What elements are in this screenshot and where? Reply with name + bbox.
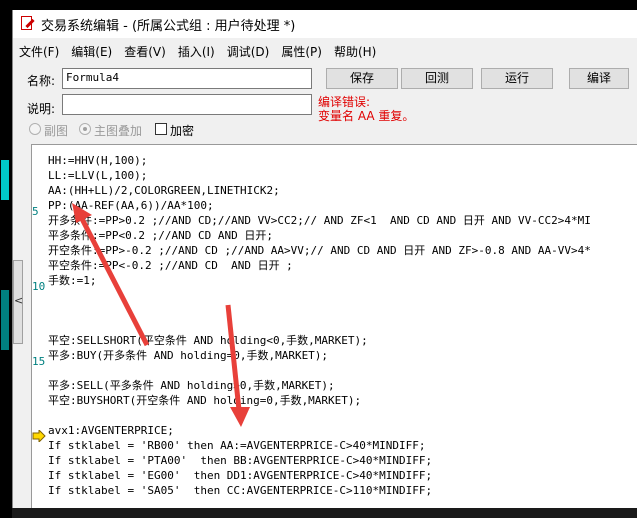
line-number: 15 — [32, 355, 46, 368]
code-line: 平空:SELLSHORT(平空条件 AND holding<0,手数,MARKE… — [48, 334, 368, 347]
name-label: 名称: — [27, 74, 56, 88]
app-icon — [19, 16, 35, 32]
encrypt-checkbox[interactable] — [155, 123, 167, 135]
compile-error-detail: 变量名 AA 重复。 — [318, 109, 415, 123]
line-number-gutter: 5 10 15 — [32, 145, 46, 518]
backtest-button[interactable]: 回测 — [401, 68, 473, 89]
code-line: If stklabel = 'RB00' then AA:=AVGENTERPR… — [48, 439, 426, 452]
menu-insert[interactable]: 插入(I) — [178, 41, 215, 62]
code-line: 平空:BUYSHORT(开空条件 AND holding=0,手数,MARKET… — [48, 394, 362, 407]
run-button[interactable]: 运行 — [481, 68, 553, 89]
code-line: LL:=LLV(L,100); — [48, 169, 148, 182]
menu-file[interactable]: 文件(F) — [19, 41, 59, 62]
code-line: HH:=HHV(H,100); — [48, 154, 148, 167]
code-line: PP:(AA-REF(AA,6))/AA*100; — [48, 199, 214, 212]
compile-error-message: 编译错误: 变量名 AA 重复。 — [318, 95, 414, 123]
title-bar: 交易系统编辑 - (所属公式组 : 用户待处理 *) — [13, 10, 637, 38]
menu-edit[interactable]: 编辑(E) — [71, 41, 112, 62]
code-line: If stklabel = 'EG00' then DD1:AVGENTERPR… — [48, 469, 433, 482]
description-input[interactable] — [62, 94, 312, 115]
code-line: 平多:BUY(开多条件 AND holding=0,手数,MARKET); — [48, 349, 329, 362]
background-chart-strip — [0, 0, 12, 518]
code-line: AA:(HH+LL)/2,COLORGREEN,LINETHICK2; — [48, 184, 280, 197]
line-number: 5 — [32, 205, 39, 218]
code-line: If stklabel = 'SA05' then CC:AVGENTERPRI… — [48, 484, 433, 497]
code-editor[interactable]: 5 10 15 HH:=HHV(H,100); LL:=LLV(L,100); … — [31, 144, 637, 518]
code-line: 开空条件:=PP>-0.2 ;//AND CD ;//AND AA>VV;// … — [48, 244, 591, 257]
window-title: 交易系统编辑 - (所属公式组 : 用户待处理 *) — [41, 18, 296, 34]
menu-bar: 文件(F) 编辑(E) 查看(V) 插入(I) 调试(D) 属性(P) 帮助(H… — [13, 40, 637, 62]
compile-error-title: 编译错误: — [318, 95, 371, 109]
main-overlay-radio[interactable] — [79, 123, 91, 135]
name-input[interactable]: Formula4 — [62, 68, 312, 89]
code-line: If stklabel = 'PTA00' then BB:AVGENTERPR… — [48, 454, 433, 467]
menu-help[interactable]: 帮助(H) — [334, 41, 376, 62]
code-line: avx1:AVGENTERPRICE; — [48, 424, 174, 437]
current-line-arrow-icon — [32, 430, 46, 442]
main-overlay-label: 主图叠加 — [94, 124, 143, 138]
compile-button[interactable]: 编译 — [569, 68, 629, 89]
code-line: 平空条件:=PP<-0.2 ;//AND CD AND 日开 ; — [48, 259, 293, 272]
description-label: 说明: — [27, 102, 56, 116]
collapse-side-panel-button[interactable]: < — [13, 260, 23, 344]
line-number: 10 — [32, 280, 46, 293]
menu-debug[interactable]: 调试(D) — [227, 41, 270, 62]
menu-properties[interactable]: 属性(P) — [281, 41, 322, 62]
chart-bar — [1, 290, 9, 350]
sub-chart-label: 副图 — [44, 124, 69, 138]
annotation-arrowhead — [230, 407, 250, 427]
chart-bar — [1, 160, 9, 200]
code-line: 平多条件:=PP<0.2 ;//AND CD AND 日开; — [48, 229, 273, 242]
code-line: 平多:SELL(平多条件 AND holding>0,手数,MARKET); — [48, 379, 335, 392]
menu-view[interactable]: 查看(V) — [124, 41, 166, 62]
bottom-status-strip — [12, 508, 637, 518]
formula-editor-dialog: 交易系统编辑 - (所属公式组 : 用户待处理 *) 文件(F) 编辑(E) 查… — [12, 10, 637, 518]
code-line: 手数:=1; — [48, 274, 97, 287]
code-line: 开多条件:=PP>0.2 ;//AND CD;//AND VV>CC2;// A… — [48, 214, 591, 227]
sub-chart-radio[interactable] — [29, 123, 41, 135]
encrypt-label: 加密 — [170, 124, 195, 138]
save-button[interactable]: 保存 — [326, 68, 398, 89]
